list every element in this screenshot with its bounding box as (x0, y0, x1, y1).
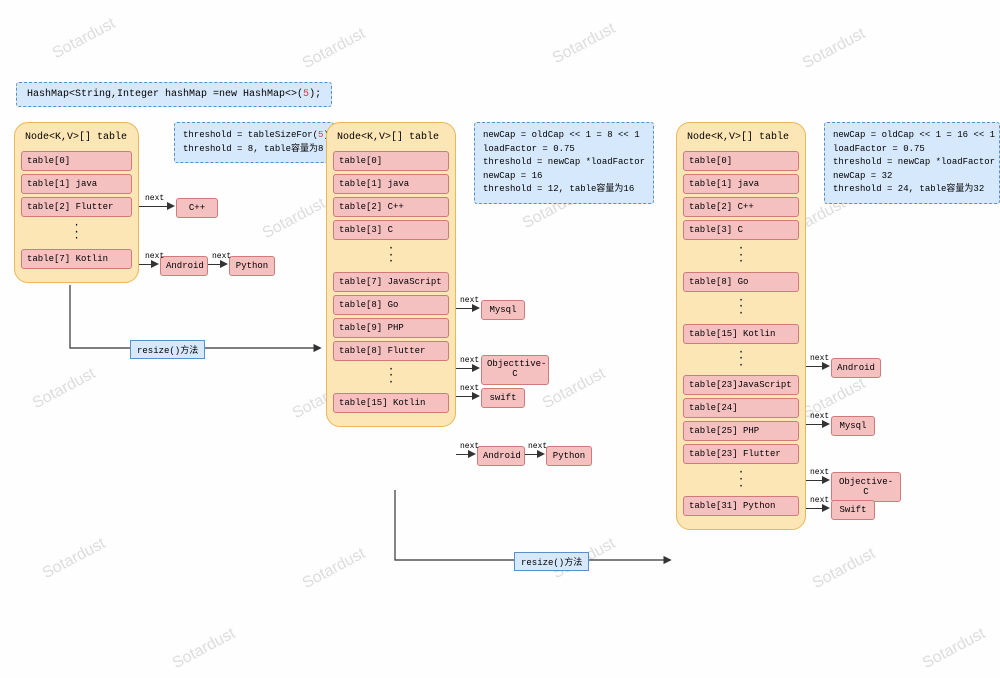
threshold-info-1: threshold = tableSizeFor(5) threshold = … (174, 122, 334, 163)
chain-node: Python (229, 256, 275, 276)
table-title: Node<K,V>[] table (683, 131, 799, 148)
next-label: next (460, 442, 479, 451)
threshold-info-3: newCap = oldCap << 1 = 16 << 1 loadFacto… (824, 122, 1000, 204)
table-slot: table[7] JavaScript (333, 272, 449, 292)
table-slot: table[8] Flutter (333, 341, 449, 361)
table-slot: table[8] Go (333, 295, 449, 315)
code-text-end: ); (309, 89, 321, 100)
table-slot: table[31] Python (683, 496, 799, 516)
table-slot: table[15] Kotlin (333, 393, 449, 413)
next-label: next (145, 194, 164, 203)
table-slot: table[24] (683, 398, 799, 418)
hashmap-table-2: Node<K,V>[] table table[0] table[1] java… (326, 122, 456, 427)
hashmap-table-1: Node<K,V>[] table table[0] table[1] java… (14, 122, 139, 283)
watermark: Sotardust (260, 195, 329, 243)
chain-node: C++ (176, 198, 218, 218)
watermark: Sotardust (540, 365, 609, 413)
table-slot: table[23]JavaScript (683, 375, 799, 395)
next-label: next (460, 384, 479, 393)
table-slot: table[7] Kotlin (21, 249, 132, 269)
table-slot: table[8] Go (683, 272, 799, 292)
watermark: Sotardust (810, 545, 879, 593)
table-title: Node<K,V>[] table (333, 131, 449, 148)
next-label: next (810, 354, 829, 363)
table-slot: table[15] Kotlin (683, 324, 799, 344)
threshold-info-2: newCap = oldCap << 1 = 8 << 1 loadFactor… (474, 122, 654, 204)
table-slot: table[0] (21, 151, 132, 171)
table-title: Node<K,V>[] table (21, 131, 132, 148)
ellipsis: ··· (21, 220, 132, 246)
watermark: Sotardust (40, 535, 109, 583)
watermark: Sotardust (300, 25, 369, 73)
chain-node: Android (831, 358, 881, 378)
next-label: next (145, 252, 164, 261)
chain-node: Objective-C (831, 472, 901, 502)
table-slot: table[1] java (333, 174, 449, 194)
watermark: Sotardust (50, 15, 119, 63)
next-label: next (810, 468, 829, 477)
table-slot: table[25] PHP (683, 421, 799, 441)
watermark: Sotardust (550, 20, 619, 68)
ellipsis: ··· (683, 243, 799, 269)
table-slot: table[2] C++ (333, 197, 449, 217)
ellipsis: ··· (683, 467, 799, 493)
chain-node: Mysql (481, 300, 525, 320)
chain-node: Objecttive-C (481, 355, 549, 385)
ellipsis: ··· (683, 295, 799, 321)
table-slot: table[1] java (683, 174, 799, 194)
chain-node: Swift (831, 500, 875, 520)
code-declaration: HashMap<String,Integer hashMap =new Hash… (16, 82, 332, 107)
watermark: Sotardust (30, 365, 99, 413)
next-label: next (460, 296, 479, 305)
table-slot: table[9] PHP (333, 318, 449, 338)
table-slot: table[2] C++ (683, 197, 799, 217)
watermark: Sotardust (170, 625, 239, 673)
chain-node: Mysql (831, 416, 875, 436)
next-label: next (810, 412, 829, 421)
chain-node: Python (546, 446, 592, 466)
table-slot: table[1] java (21, 174, 132, 194)
chain-node: swift (481, 388, 525, 408)
resize-method-1: resize()方法 (130, 340, 205, 359)
ellipsis: ··· (333, 243, 449, 269)
table-slot: table[0] (333, 151, 449, 171)
next-label: next (460, 356, 479, 365)
watermark: Sotardust (800, 25, 869, 73)
code-text: HashMap<String,Integer hashMap =new Hash… (27, 89, 303, 100)
watermark: Sotardust (300, 545, 369, 593)
next-label: next (810, 496, 829, 505)
chain-node: Android (160, 256, 208, 276)
ellipsis: ··· (333, 364, 449, 390)
next-label: next (528, 442, 547, 451)
watermark: Sotardust (920, 625, 989, 673)
ellipsis: ··· (683, 347, 799, 373)
table-slot: table[23] Flutter (683, 444, 799, 464)
resize-method-2: resize()方法 (514, 552, 589, 571)
chain-node: Android (477, 446, 525, 466)
table-slot: table[2] Flutter (21, 197, 132, 217)
hashmap-table-3: Node<K,V>[] table table[0] table[1] java… (676, 122, 806, 530)
next-label: next (212, 252, 231, 261)
table-slot: table[3] C (683, 220, 799, 240)
table-slot: table[3] C (333, 220, 449, 240)
table-slot: table[0] (683, 151, 799, 171)
